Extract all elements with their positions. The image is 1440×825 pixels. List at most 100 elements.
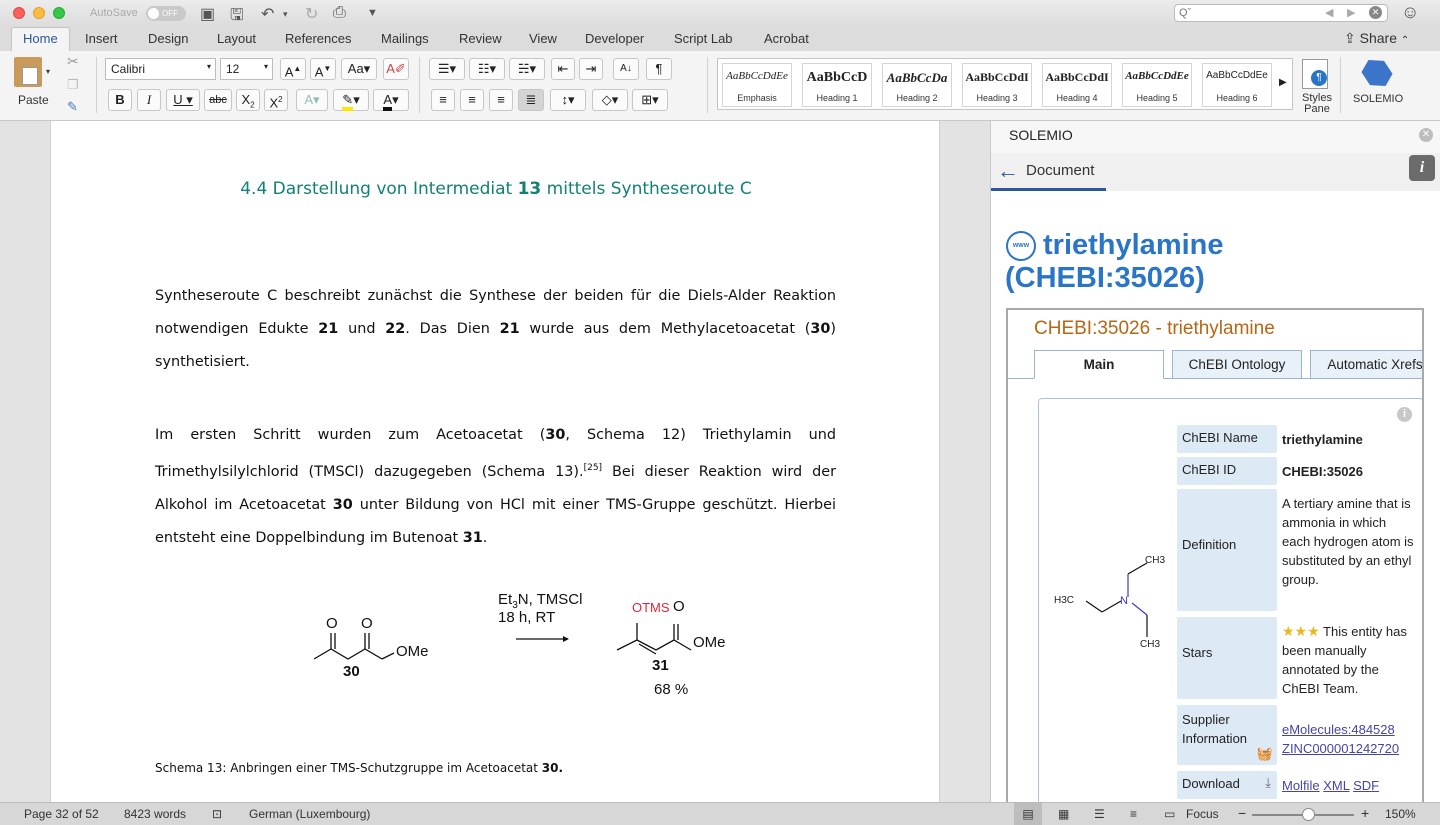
tab-references[interactable]: References <box>285 31 351 46</box>
print-layout-icon[interactable]: ▤ <box>1014 803 1042 825</box>
collapse-ribbon-icon[interactable]: ⌃ <box>1401 35 1409 46</box>
search-next-icon[interactable]: ▶ <box>1347 5 1355 21</box>
tab-automatic-xrefs[interactable]: Automatic Xrefs <box>1310 350 1422 379</box>
bold-button[interactable]: B <box>108 89 132 111</box>
tab-view[interactable]: View <box>529 31 557 46</box>
document-page[interactable]: 4.4 Darstellung von Intermediat 13 mitte… <box>50 121 940 802</box>
clear-formatting-icon[interactable]: A✐ <box>383 58 409 80</box>
solemio-label[interactable]: SOLEMIO <box>1353 93 1403 105</box>
draft-icon[interactable]: ≡ <box>1130 807 1137 821</box>
style-heading-4[interactable]: AaBbCcDdI Heading 4 <box>1042 63 1112 107</box>
shrink-font-button[interactable]: A▼ <box>310 58 336 80</box>
supplier-link-emolecules[interactable]: eMolecules:484528 <box>1282 720 1417 739</box>
change-case-button[interactable]: Aa▾ <box>341 58 377 80</box>
zoom-level[interactable]: 150% <box>1385 807 1416 821</box>
style-heading-3[interactable]: AaBbCcDdI Heading 3 <box>962 63 1032 107</box>
text-effects-button[interactable]: A▾ <box>296 89 328 111</box>
undo-dropdown-icon[interactable]: ▾ <box>283 9 288 20</box>
zoom-in-icon[interactable]: + <box>1361 805 1369 821</box>
close-icon[interactable]: ✕ <box>1419 128 1433 142</box>
download-icon[interactable]: ⤓ <box>1265 775 1271 791</box>
download-xml-link[interactable]: XML <box>1323 778 1349 793</box>
share-button[interactable]: ⇪ Share ⌃ <box>1344 30 1409 47</box>
align-right-icon[interactable]: ≡ <box>489 89 513 111</box>
subscript-button[interactable]: X2 <box>236 89 260 111</box>
sort-icon[interactable]: A↓ <box>613 58 639 80</box>
print-icon[interactable]: ⎙ <box>333 4 346 22</box>
web-layout-icon[interactable]: ▦ <box>1058 807 1069 821</box>
highlight-color-button[interactable]: ✎▾ <box>333 89 369 111</box>
word-count[interactable]: 8423 words <box>124 807 186 821</box>
underline-button[interactable]: U ▾ <box>166 89 200 111</box>
style-heading-6[interactable]: AaBbCcDdEe Heading 6 <box>1202 63 1272 107</box>
style-heading-2[interactable]: AaBbCcDa Heading 2 <box>882 63 952 107</box>
undo-icon[interactable]: ↶ <box>261 4 274 24</box>
align-left-icon[interactable]: ≡ <box>431 89 455 111</box>
italic-button[interactable]: I <box>137 89 161 111</box>
style-heading-5[interactable]: AaBbCcDdEe Heading 5 <box>1122 63 1192 107</box>
tab-acrobat[interactable]: Acrobat <box>764 31 809 46</box>
paste-icon[interactable] <box>14 57 42 87</box>
borders-button[interactable]: ⊞▾ <box>632 89 668 111</box>
tab-developer[interactable]: Developer <box>585 31 644 46</box>
search-clear-icon[interactable]: ✕ <box>1369 6 1382 19</box>
numbering-button[interactable]: ☷▾ <box>469 58 505 80</box>
tab-insert[interactable]: Insert <box>85 31 118 46</box>
language-indicator[interactable]: German (Luxembourg) <box>249 807 370 821</box>
tab-home[interactable]: Home <box>11 27 70 52</box>
page-count[interactable]: Page 32 of 52 <box>24 807 99 821</box>
style-emphasis[interactable]: AaBbCcDdEe Emphasis <box>722 63 792 107</box>
back-arrow-icon[interactable]: ← <box>997 158 1019 184</box>
font-size-select[interactable]: 12 ▾ <box>220 58 273 80</box>
autosave-toggle[interactable]: OFF <box>146 6 186 21</box>
styles-pane-icon[interactable]: ¶ <box>1302 59 1328 89</box>
justify-icon[interactable]: ≣ <box>518 89 544 111</box>
strikethrough-button[interactable]: abc <box>204 89 232 111</box>
style-heading-1[interactable]: AaBbCcD Heading 1 <box>802 63 872 107</box>
basket-icon[interactable]: 🧺 <box>1257 744 1273 763</box>
focus-icon[interactable]: ▭ <box>1164 807 1175 821</box>
zoom-window-button[interactable] <box>53 7 65 19</box>
font-name-select[interactable]: Calibri ▾ <box>105 58 216 80</box>
redo-icon[interactable]: ↻ <box>305 4 318 24</box>
increase-indent-icon[interactable]: ⇥ <box>579 58 603 80</box>
zoom-slider-thumb[interactable] <box>1302 808 1315 821</box>
decrease-indent-icon[interactable]: ⇤ <box>551 58 575 80</box>
paste-dropdown-icon[interactable]: ▾ <box>46 67 50 76</box>
line-spacing-button[interactable]: ↕▾ <box>550 89 586 111</box>
zoom-out-icon[interactable]: − <box>1238 805 1246 821</box>
tab-script-lab[interactable]: Script Lab <box>674 31 733 46</box>
download-molfile-link[interactable]: Molfile <box>1282 778 1320 793</box>
grow-font-button[interactable]: A▲ <box>280 58 306 80</box>
tab-main[interactable]: Main <box>1034 350 1164 379</box>
outline-icon[interactable]: ☰ <box>1094 807 1105 821</box>
smiley-feedback-icon[interactable]: ☺ <box>1401 2 1419 23</box>
gallery-more-icon[interactable]: ▶ <box>1279 77 1287 88</box>
proofing-icon[interactable]: ⊡ <box>212 807 222 821</box>
tab-layout[interactable]: Layout <box>217 31 256 46</box>
download-sdf-link[interactable]: SDF <box>1353 778 1379 793</box>
bullets-button[interactable]: ☰▾ <box>429 58 465 80</box>
format-painter-icon[interactable]: ✎ <box>67 99 78 115</box>
search-prev-icon[interactable]: ◀ <box>1325 5 1333 21</box>
multilevel-list-button[interactable]: ☵▾ <box>509 58 545 80</box>
shading-button[interactable]: ◇▾ <box>592 89 628 111</box>
supplier-link-zinc[interactable]: ZINC000001242720 <box>1282 739 1417 758</box>
entity-title[interactable]: triethylamine (CHEBI:35026) <box>1005 229 1425 295</box>
info-icon[interactable]: i <box>1397 407 1412 422</box>
tab-mailings[interactable]: Mailings <box>381 31 429 46</box>
styles-pane-label[interactable]: Styles Pane <box>1300 93 1334 115</box>
info-icon[interactable]: i <box>1409 155 1435 181</box>
superscript-button[interactable]: X2 <box>264 89 288 111</box>
focus-label[interactable]: Focus <box>1186 807 1219 821</box>
align-center-icon[interactable]: ≡ <box>460 89 484 111</box>
document-nav-tab[interactable]: Document <box>1026 162 1094 179</box>
paste-label[interactable]: Paste <box>18 93 49 107</box>
search-input[interactable]: Qˇ ◀ ▶ ✕ <box>1174 4 1388 22</box>
minimize-window-button[interactable] <box>33 7 45 19</box>
show-formatting-marks-icon[interactable]: ¶ <box>646 58 672 80</box>
cut-icon[interactable]: ✂ <box>67 53 79 70</box>
sidebar-toggle-icon[interactable]: ▣ <box>200 4 215 24</box>
customize-toolbar-icon[interactable]: ▼ <box>367 7 378 19</box>
tab-review[interactable]: Review <box>459 31 502 46</box>
